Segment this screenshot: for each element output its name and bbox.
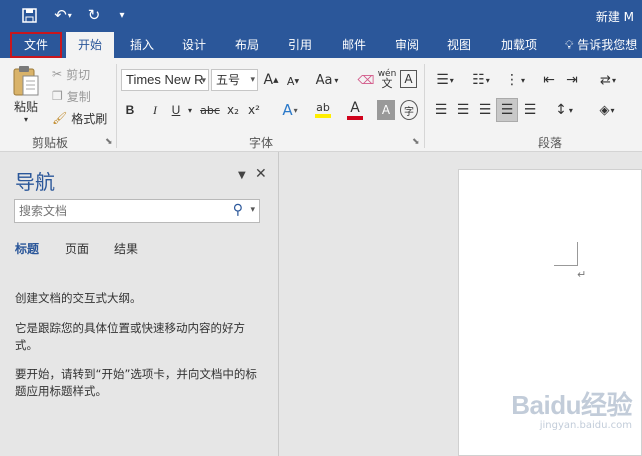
superscript-button[interactable]: x² [245, 100, 263, 120]
highlight-color-button[interactable]: ab [308, 98, 338, 122]
search-icon[interactable]: ⚲ [233, 202, 243, 218]
font-name-combo[interactable]: Times New R ▾ [121, 69, 209, 91]
tab-pages[interactable]: 页面 [65, 240, 89, 257]
clipboard-group-label: 剪贴板 [32, 136, 69, 150]
decrease-indent-icon[interactable]: ⇤ [540, 70, 558, 90]
justify-icon[interactable]: ☰ [496, 98, 518, 122]
customize-qat-icon[interactable]: ▾ [114, 4, 130, 26]
margin-corner-mark [554, 242, 578, 266]
highlighter-icon: ab [316, 101, 330, 114]
paragraph-mark-icon: ↵ [577, 268, 587, 281]
close-icon[interactable]: ✕ [255, 166, 267, 182]
underline-dropdown-icon[interactable]: ▾ [185, 102, 195, 118]
title-bar: ↶ ▾ ↻ ▾ 新建 M [0, 0, 642, 32]
tab-references[interactable]: 引用 [278, 32, 322, 58]
group-separator [116, 64, 117, 148]
grow-font-button[interactable]: A ▲ [263, 70, 279, 90]
text-effects-button[interactable]: A ▾ [277, 100, 303, 120]
nav-help-text-1: 创建文档的交互式大纲。 [15, 291, 142, 305]
distributed-icon[interactable]: ☰ [521, 100, 539, 120]
italic-button[interactable]: I [147, 100, 163, 120]
lightbulb-icon: 💡︎ [565, 38, 574, 52]
nav-help-text-2: 它是跟踪您的具体位置或快速移动内容的好方式。 [15, 321, 245, 352]
tab-results[interactable]: 结果 [114, 240, 138, 257]
clipboard-launcher-icon[interactable]: ⬊ [105, 137, 113, 147]
paste-icon[interactable] [10, 64, 42, 98]
ribbon-tabs: 文件 开始 插入 设计 布局 引用 邮件 审阅 视图 加载项 💡︎ 告诉我您想 [0, 32, 642, 59]
navigation-pane: 导航 ▼ ✕ ⚲ ▾ 标题 页面 结果 创建文档的交互式大纲。 它是跟踪您的具体… [0, 152, 279, 456]
pane-options-icon[interactable]: ▼ [238, 170, 246, 181]
align-left-icon[interactable]: ☰ [432, 100, 450, 120]
multilevel-list-icon[interactable]: ⋮ ▾ [500, 70, 530, 90]
paintbrush-icon: 🖌︎ [52, 111, 68, 125]
phonetic-guide-button[interactable]: wén 文 [377, 68, 397, 90]
strikethrough-button[interactable]: abc [198, 100, 222, 120]
search-box[interactable]: ⚲ ▾ [14, 199, 260, 223]
font-size-combo[interactable]: 五号 ▾ [211, 69, 258, 91]
bold-button[interactable]: B [122, 100, 138, 120]
clear-formatting-icon[interactable]: ⌫ [356, 70, 376, 90]
format-painter-button[interactable]: 🖌︎ 格式刷 [52, 109, 107, 127]
font-launcher-icon[interactable]: ⬊ [412, 137, 420, 147]
undo-icon[interactable]: ↶ ▾ [50, 4, 76, 26]
tab-addins[interactable]: 加载项 [493, 32, 545, 58]
tab-insert[interactable]: 插入 [120, 32, 164, 58]
font-group-label: 字体 [249, 136, 274, 150]
tab-headings[interactable]: 标题 [15, 240, 39, 257]
chinese-layout-icon[interactable]: ⇄ ▾ [594, 70, 622, 90]
numbering-icon[interactable]: ☷ ▾ [466, 70, 496, 90]
paste-dropdown-icon[interactable]: ▾ [18, 114, 34, 124]
change-case-button[interactable]: Aa ▾ [312, 70, 342, 90]
document-title: 新建 M [595, 10, 634, 24]
character-shading-button[interactable]: A [377, 100, 395, 120]
scissors-icon: ✂ [52, 67, 63, 81]
tab-layout[interactable]: 布局 [225, 32, 269, 58]
shading-icon[interactable]: ◈ ▾ [592, 100, 622, 120]
paragraph-group-label: 段落 [538, 136, 563, 150]
tab-file[interactable]: 文件 [10, 32, 62, 58]
bullets-icon[interactable]: ☰ ▾ [430, 70, 460, 90]
baidu-watermark: Baidu经验 jingyan.baidu.com [511, 385, 632, 431]
character-border-button[interactable]: A [400, 70, 417, 88]
line-spacing-icon[interactable]: ↕ ▾ [550, 100, 578, 120]
tab-review[interactable]: 审阅 [385, 32, 429, 58]
shrink-font-button[interactable]: A ▼ [285, 72, 301, 90]
search-dropdown-icon[interactable]: ▾ [250, 205, 255, 215]
paste-button[interactable]: 粘贴 [8, 98, 44, 114]
tab-home[interactable]: 开始 [66, 32, 114, 59]
redo-icon[interactable]: ↻ [84, 4, 104, 26]
align-center-icon[interactable]: ☰ [454, 100, 472, 120]
tab-view[interactable]: 视图 [437, 32, 481, 58]
search-input[interactable] [15, 200, 215, 222]
copy-button[interactable]: ❐ 复制 [52, 87, 91, 105]
copy-icon: ❐ [52, 89, 63, 103]
nav-help-text-3: 要开始，请转到“开始”选项卡，并向文档中的标题应用标题样式。 [15, 367, 257, 398]
ribbon-home: 粘贴 ▾ ✂ 剪切 ❐ 复制 🖌︎ 格式刷 剪贴板 ⬊ Times New R ▾ 五号… [0, 58, 642, 152]
enclose-characters-button[interactable]: 字 [400, 100, 418, 120]
subscript-button[interactable]: x₂ [224, 100, 242, 120]
tab-design[interactable]: 设计 [172, 32, 216, 58]
tab-mailings[interactable]: 邮件 [332, 32, 376, 58]
save-icon[interactable] [18, 4, 40, 26]
cut-button[interactable]: ✂ 剪切 [52, 65, 90, 83]
font-color-button[interactable]: A [340, 98, 370, 122]
group-separator [424, 64, 425, 148]
increase-indent-icon[interactable]: ⇥ [563, 70, 581, 90]
tell-me-label: 告诉我您想 [577, 38, 638, 52]
tell-me-box[interactable]: 💡︎ 告诉我您想 [565, 32, 637, 58]
watermark-logo: Baidu经验 [511, 390, 632, 420]
underline-button[interactable]: U [168, 100, 184, 120]
navigation-title: 导航 [15, 170, 55, 194]
align-right-icon[interactable]: ☰ [476, 100, 494, 120]
